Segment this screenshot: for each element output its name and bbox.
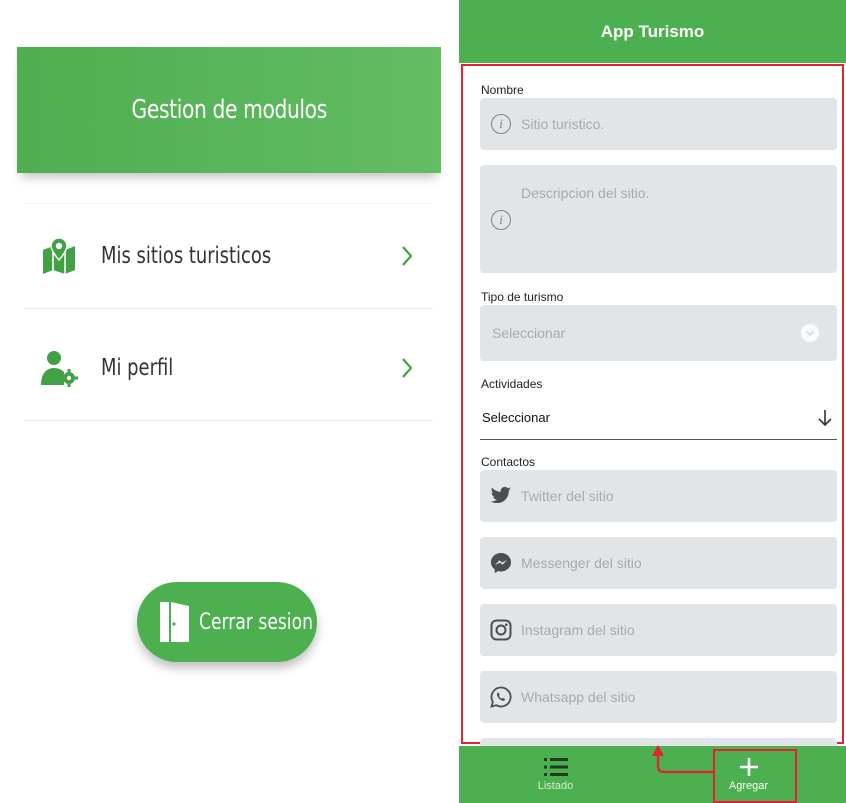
logout-label: Cerrar sesion [199, 609, 313, 635]
add-site-screen: App Turismo Nombre i Sitio turistico. i … [459, 0, 846, 803]
map-pin-icon [37, 234, 81, 278]
chevron-right-icon [395, 353, 419, 383]
instagram-icon [490, 619, 512, 641]
nav-list-button[interactable]: Listado [459, 746, 652, 803]
whatsapp-input[interactable]: Whatsapp del sitio [480, 671, 837, 723]
info-icon: i [490, 113, 512, 135]
type-select[interactable]: Seleccionar [480, 305, 837, 361]
info-icon: i [490, 209, 512, 231]
user-settings-icon [37, 346, 81, 390]
messenger-icon [490, 552, 512, 574]
plus-icon [739, 757, 759, 777]
whatsapp-icon [490, 686, 512, 708]
menu-item-tourist-sites[interactable]: Mis sitios turisticos [25, 203, 433, 309]
activities-label: Actividades [481, 377, 543, 391]
twitter-icon [490, 485, 512, 507]
messenger-placeholder: Messenger del sitio [521, 555, 642, 571]
description-placeholder: Descripcion del sitio. [521, 185, 650, 201]
activities-select[interactable]: Seleccionar [480, 396, 837, 440]
modules-title: Gestion de modulos [131, 95, 327, 125]
twitter-placeholder: Twitter del sitio [521, 488, 614, 504]
whatsapp-placeholder: Whatsapp del sitio [521, 689, 636, 705]
twitter-input[interactable]: Twitter del sitio [480, 470, 837, 522]
app-bar: App Turismo [459, 0, 846, 63]
activities-value: Seleccionar [482, 410, 550, 425]
chevron-right-icon [395, 241, 419, 271]
app-title: App Turismo [600, 21, 705, 41]
name-input[interactable]: i Sitio turistico. [480, 98, 837, 150]
menu-item-label: Mis sitios turisticos [101, 243, 272, 269]
arrow-down-icon [817, 409, 833, 427]
dropdown-icon [801, 324, 819, 342]
type-placeholder: Seleccionar [492, 325, 566, 341]
nav-add-label: Agregar [728, 780, 769, 792]
contacts-label: Contactos [481, 455, 536, 469]
list-icon [543, 757, 569, 777]
name-placeholder: Sitio turistico. [521, 116, 605, 132]
type-label: Tipo de turismo [481, 290, 564, 304]
bottom-nav: Listado Agregar [459, 746, 846, 803]
messenger-input[interactable]: Messenger del sitio [480, 537, 837, 589]
door-icon [159, 599, 191, 645]
nav-list-label: Listado [537, 780, 574, 792]
next-field-partial[interactable] [480, 738, 837, 746]
nav-add-button[interactable]: Agregar [652, 746, 845, 803]
modules-screen: Gestion de modulos Mis sitios turisticos [17, 0, 441, 803]
menu-item-profile[interactable]: Mi perfil [25, 315, 433, 421]
instagram-input[interactable]: Instagram del sitio [480, 604, 837, 656]
modules-header: Gestion de modulos [17, 47, 441, 173]
name-label: Nombre [481, 83, 524, 97]
instagram-placeholder: Instagram del sitio [521, 622, 635, 638]
menu-item-label: Mi perfil [101, 354, 174, 381]
description-input[interactable]: i Descripcion del sitio. [480, 165, 837, 273]
logout-button[interactable]: Cerrar sesion [137, 582, 317, 662]
